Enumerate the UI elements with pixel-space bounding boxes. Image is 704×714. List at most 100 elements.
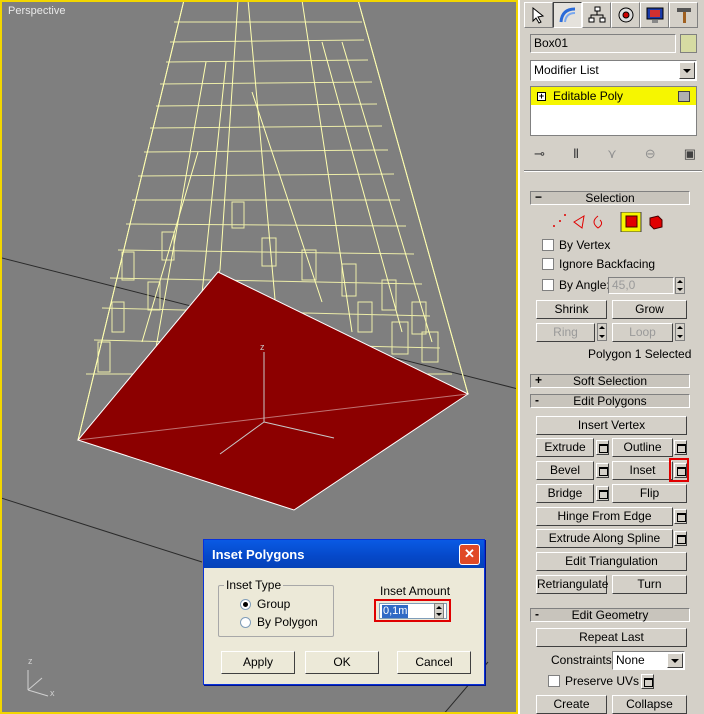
create-cursor-icon: [532, 6, 544, 24]
bevel-button[interactable]: Bevel: [536, 461, 594, 480]
stack-item-editable-poly[interactable]: + Editable Poly: [531, 87, 696, 105]
turn-button[interactable]: Turn: [612, 575, 687, 594]
collapse-sign: -: [535, 607, 539, 621]
object-color-swatch[interactable]: [680, 34, 697, 53]
border-level-icon[interactable]: [593, 215, 603, 229]
inset-amount-label: Inset Amount: [380, 584, 451, 598]
dialog-titlebar[interactable]: Inset Polygons ✕: [204, 540, 484, 568]
expand-icon[interactable]: +: [537, 91, 546, 101]
modify-arc-icon: [559, 7, 575, 23]
retriangulate-button[interactable]: Retriangulate: [536, 575, 608, 594]
by-polygon-radio[interactable]: [240, 617, 251, 628]
insert-vertex-button[interactable]: Insert Vertex: [536, 416, 687, 435]
tab-modify[interactable]: [553, 2, 582, 28]
dialog-title: Inset Polygons: [212, 547, 305, 562]
repeat-last-button[interactable]: Repeat Last: [536, 628, 687, 647]
close-icon[interactable]: ✕: [459, 544, 480, 565]
tab-create[interactable]: [524, 2, 553, 28]
pin-stack-icon[interactable]: ⊸: [534, 146, 545, 162]
object-name-field[interactable]: Box01: [530, 34, 676, 53]
bevel-settings-icon[interactable]: [596, 463, 609, 478]
bridge-button[interactable]: Bridge: [536, 484, 594, 503]
edit-triangulation-button[interactable]: Edit Triangulation: [536, 552, 687, 571]
tab-hierarchy[interactable]: [582, 2, 611, 28]
by-angle-checkbox[interactable]: [542, 279, 554, 291]
flip-button[interactable]: Flip: [612, 484, 687, 503]
rollout-header-selection[interactable]: − Selection: [530, 191, 690, 205]
command-tabs: [524, 2, 702, 28]
ignore-backfacing-checkbox[interactable]: [542, 258, 554, 270]
modifier-list-label: Modifier List: [534, 63, 599, 77]
selected-polygon[interactable]: [77, 271, 470, 511]
axis-z-label: z: [28, 656, 33, 666]
extrude-along-spline-button[interactable]: Extrude Along Spline: [536, 529, 673, 548]
group-radio-label: Group: [257, 597, 291, 611]
configure-sets-icon[interactable]: ▣: [684, 146, 696, 162]
outline-settings-icon[interactable]: [674, 440, 687, 455]
subobject-level-buttons: [553, 212, 663, 232]
inset-button[interactable]: Inset: [612, 461, 673, 480]
modifier-toggle-icon[interactable]: [678, 90, 690, 102]
by-angle-spinner[interactable]: 45,0: [608, 277, 674, 294]
chevron-down-icon[interactable]: [679, 62, 695, 79]
by-polygon-radio-label: By Polygon: [257, 615, 318, 629]
display-monitor-icon: [646, 7, 663, 23]
ignore-backfacing-label: Ignore Backfacing: [559, 257, 656, 271]
by-vertex-checkbox[interactable]: [542, 239, 554, 251]
make-unique-icon[interactable]: ⋎: [607, 146, 617, 162]
ring-spinner-icon[interactable]: [597, 323, 607, 341]
panel-separator: [524, 170, 702, 172]
extrude-button[interactable]: Extrude: [536, 438, 594, 457]
rollout-header-edit-geometry[interactable]: - Edit Geometry: [530, 608, 690, 622]
apply-button[interactable]: Apply: [221, 651, 295, 674]
grow-button[interactable]: Grow: [612, 300, 687, 319]
outline-button[interactable]: Outline: [612, 438, 673, 457]
preserve-uvs-label: Preserve UVs: [565, 674, 640, 688]
create-button[interactable]: Create: [536, 695, 607, 714]
element-level-icon[interactable]: [649, 215, 663, 230]
bridge-settings-icon[interactable]: [596, 486, 609, 501]
hinge-from-edge-button[interactable]: Hinge From Edge: [536, 507, 673, 526]
group-radio[interactable]: [240, 599, 251, 610]
viewport-label[interactable]: Perspective: [8, 5, 65, 17]
hinge-settings-icon[interactable]: [674, 509, 687, 524]
tab-display[interactable]: [640, 2, 669, 28]
spinner-arrows-icon[interactable]: [675, 277, 685, 294]
inset-amount-highlight: [374, 599, 451, 622]
selection-status: Polygon 1 Selected: [588, 347, 692, 361]
inset-polygons-dialog: Inset Polygons ✕ Inset Type Group By Pol…: [203, 539, 485, 685]
rollout-header-edit-polygons[interactable]: - Edit Polygons: [530, 394, 690, 408]
collapse-button[interactable]: Collapse: [612, 695, 687, 714]
ring-button[interactable]: Ring: [536, 323, 595, 342]
chevron-down-icon[interactable]: [667, 653, 683, 668]
rollout-title: Selection: [585, 191, 635, 205]
loop-spinner-icon[interactable]: [675, 323, 685, 341]
motion-wheel-icon: [618, 7, 633, 23]
ok-button[interactable]: OK: [305, 651, 379, 674]
edge-level-icon[interactable]: [573, 215, 585, 229]
cancel-button[interactable]: Cancel: [397, 651, 471, 674]
inset-type-group: [218, 585, 334, 637]
hierarchy-icon: [588, 6, 605, 23]
collapse-sign: -: [535, 393, 539, 407]
show-end-result-icon[interactable]: Ⅱ: [573, 146, 579, 162]
constraints-dropdown[interactable]: None: [612, 651, 685, 670]
tab-motion[interactable]: [611, 2, 640, 28]
rollout-title: Edit Geometry: [571, 608, 649, 622]
modifier-list-dropdown[interactable]: Modifier List: [530, 60, 697, 81]
vertex-level-icon[interactable]: [553, 214, 566, 227]
preserve-uvs-settings-icon[interactable]: [641, 674, 654, 689]
extrude-settings-icon[interactable]: [596, 440, 609, 455]
app-window: z Perspective z x Box01 Modifier List + …: [0, 0, 704, 714]
rollout-header-soft-selection[interactable]: + Soft Selection: [530, 374, 690, 388]
by-angle-label: By Angle:: [559, 278, 610, 292]
loop-button[interactable]: Loop: [612, 323, 673, 342]
utilities-hammer-icon: [676, 8, 691, 23]
extrude-along-spline-settings-icon[interactable]: [674, 531, 687, 546]
remove-modifier-icon[interactable]: ⊖: [645, 146, 656, 162]
preserve-uvs-checkbox[interactable]: [548, 675, 560, 687]
tab-utilities[interactable]: [669, 2, 698, 28]
expand-sign: +: [535, 373, 543, 387]
rollout-title: Soft Selection: [572, 374, 648, 388]
shrink-button[interactable]: Shrink: [536, 300, 607, 319]
